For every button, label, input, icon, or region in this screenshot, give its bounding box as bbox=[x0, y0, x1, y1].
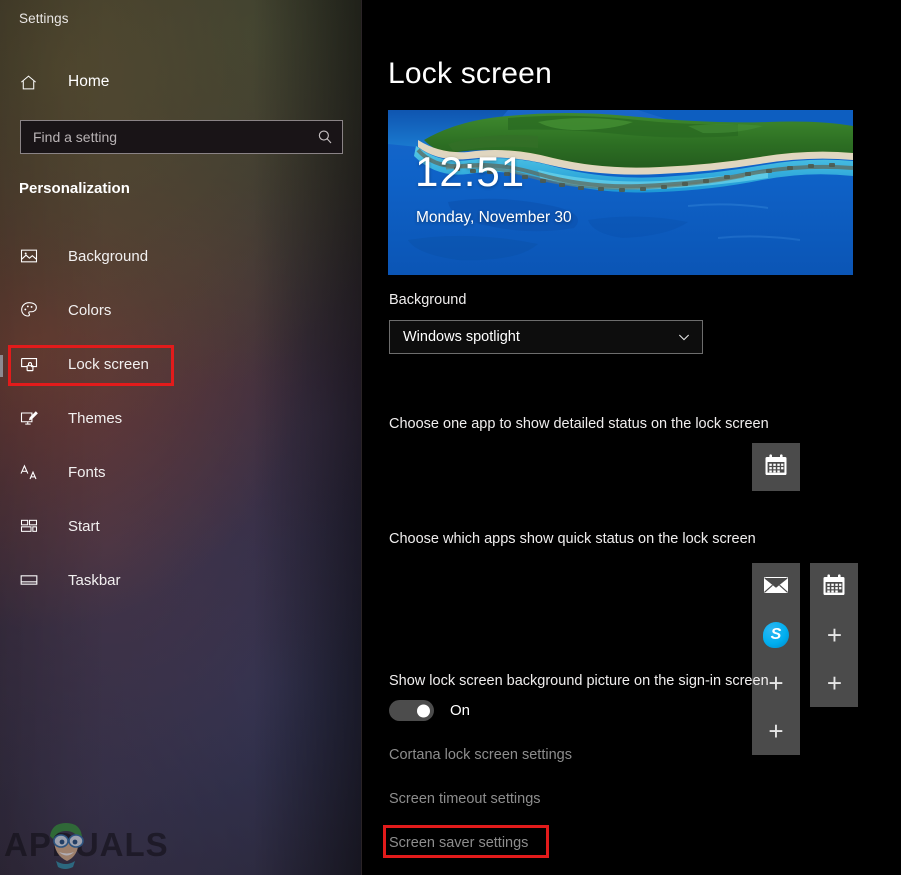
sidebar-item-label: Start bbox=[68, 517, 100, 535]
detailed-status-label: Choose one app to show detailed status o… bbox=[389, 416, 769, 432]
signin-background-label: Show lock screen background picture on t… bbox=[389, 673, 769, 689]
calendar-icon bbox=[762, 451, 790, 484]
picture-icon bbox=[19, 246, 45, 266]
sidebar-group-title: Personalization bbox=[19, 180, 130, 197]
sidebar-item-label: Fonts bbox=[68, 463, 106, 481]
fonts-icon bbox=[19, 462, 45, 483]
skype-icon: S bbox=[763, 622, 789, 648]
signin-background-toggle[interactable] bbox=[389, 700, 434, 721]
home-icon bbox=[19, 73, 47, 92]
signin-background-toggle-row: On bbox=[389, 700, 470, 721]
sidebar-item-themes[interactable]: Themes bbox=[0, 400, 345, 436]
quick-status-tile-mail[interactable] bbox=[752, 563, 800, 611]
calendar-icon bbox=[820, 571, 848, 604]
plus-icon: + bbox=[826, 668, 843, 698]
main-content: Lock screen 12:51 Monday, November 30 Ba… bbox=[363, 0, 901, 875]
search-icon[interactable] bbox=[316, 128, 334, 146]
window-title: Settings bbox=[19, 11, 69, 26]
quick-status-tile-add-1[interactable]: + bbox=[810, 611, 859, 659]
sidebar: Settings Home Find a setting Personaliza… bbox=[0, 0, 362, 875]
quick-status-tile-add-4[interactable]: + bbox=[752, 707, 800, 755]
quick-status-tile-calendar[interactable] bbox=[810, 563, 859, 611]
sidebar-item-label: Themes bbox=[68, 409, 123, 427]
quick-status-label: Choose which apps show quick status on t… bbox=[389, 531, 756, 547]
watermark-logo: APPUALS bbox=[4, 812, 204, 872]
link-screen-timeout-settings[interactable]: Screen timeout settings bbox=[389, 791, 541, 807]
sidebar-item-fonts[interactable]: Fonts bbox=[0, 454, 345, 490]
quick-status-tile-row: S + + + + bbox=[752, 563, 901, 755]
sidebar-item-start[interactable]: Start bbox=[0, 508, 345, 544]
start-icon bbox=[19, 516, 45, 536]
page-title: Lock screen bbox=[388, 57, 552, 90]
search-input[interactable] bbox=[33, 129, 316, 145]
link-screen-saver-settings[interactable]: Screen saver settings bbox=[389, 835, 528, 851]
plus-icon: + bbox=[826, 620, 843, 650]
background-section-label: Background bbox=[389, 292, 467, 308]
sidebar-item-label: Home bbox=[68, 73, 110, 90]
mail-icon bbox=[762, 573, 790, 602]
quick-status-tile-add-3[interactable]: + bbox=[810, 659, 859, 707]
sidebar-item-colors[interactable]: Colors bbox=[0, 292, 345, 328]
settings-window: Settings Home Find a setting Personaliza… bbox=[0, 0, 901, 875]
sidebar-item-background[interactable]: Background bbox=[0, 238, 345, 274]
lock-screen-icon bbox=[19, 354, 45, 375]
toggle-knob bbox=[417, 704, 430, 717]
lock-screen-preview: 12:51 Monday, November 30 bbox=[388, 110, 853, 275]
background-dropdown[interactable]: Windows spotlight bbox=[389, 320, 703, 354]
background-dropdown-value: Windows spotlight bbox=[403, 329, 520, 345]
palette-icon bbox=[19, 300, 45, 320]
sidebar-item-label: Taskbar bbox=[68, 571, 121, 589]
quick-status-tile-skype[interactable]: S bbox=[752, 611, 800, 659]
watermark-mascot-icon bbox=[50, 823, 84, 869]
search-box[interactable] bbox=[20, 120, 343, 154]
plus-icon: + bbox=[768, 668, 784, 698]
sidebar-item-label: Lock screen bbox=[68, 355, 149, 373]
chevron-down-icon bbox=[676, 329, 692, 345]
detailed-status-app-tile[interactable] bbox=[752, 443, 800, 491]
sidebar-item-label: Background bbox=[68, 247, 149, 265]
sidebar-item-label: Colors bbox=[68, 301, 112, 319]
sidebar-item-lock-screen[interactable]: Lock screen bbox=[0, 346, 345, 382]
themes-icon bbox=[19, 408, 45, 428]
sidebar-selection-indicator bbox=[0, 355, 3, 377]
sidebar-nav: Background Colors Lock screen Themes Fon… bbox=[0, 238, 345, 616]
sidebar-item-taskbar[interactable]: Taskbar bbox=[0, 562, 345, 598]
sidebar-item-home[interactable]: Home bbox=[0, 65, 345, 99]
taskbar-icon bbox=[19, 570, 45, 590]
preview-date: Monday, November 30 bbox=[416, 209, 572, 226]
toggle-state-label: On bbox=[450, 702, 471, 719]
preview-clock: 12:51 bbox=[415, 148, 526, 195]
plus-icon: + bbox=[768, 716, 784, 746]
link-cortana-lock-screen-settings[interactable]: Cortana lock screen settings bbox=[389, 747, 572, 763]
